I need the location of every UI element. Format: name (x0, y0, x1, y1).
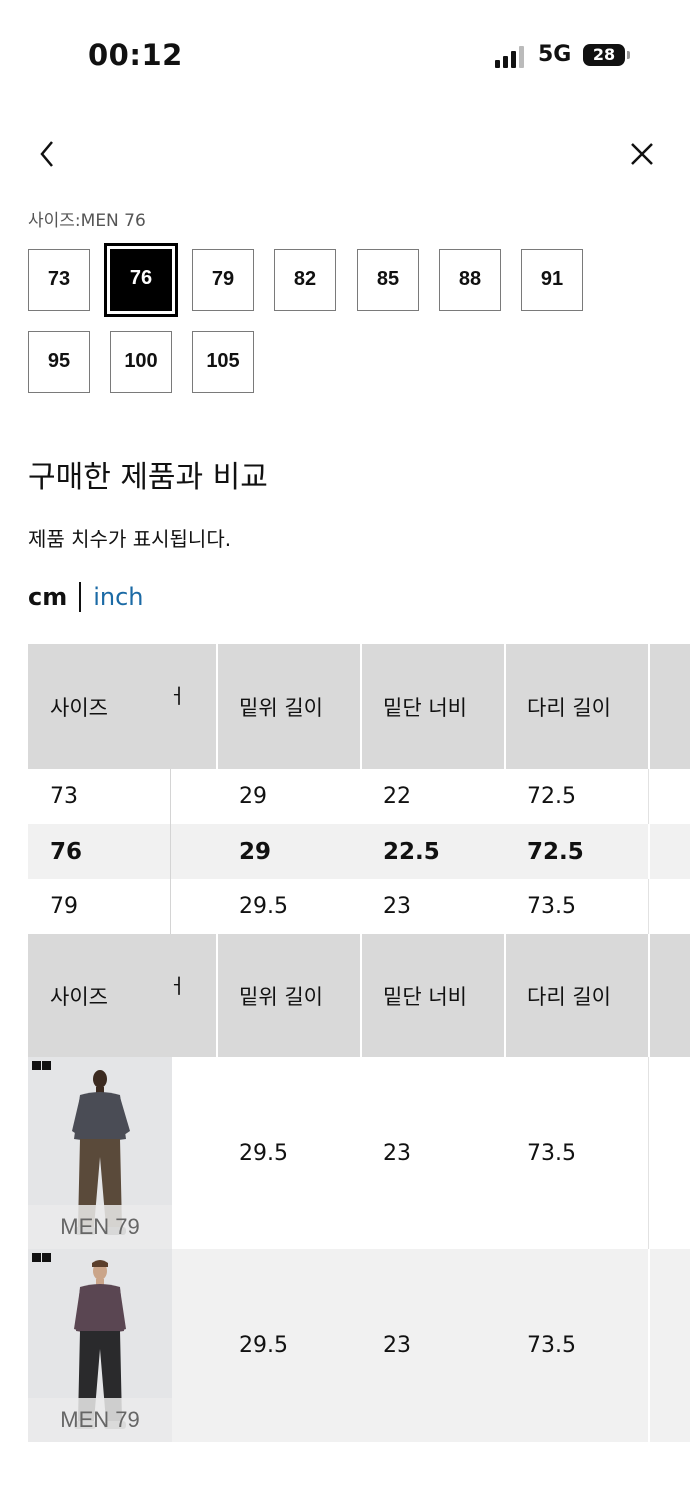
table-cell: 76 (50, 838, 83, 865)
table-row: 73 29 22 72.5 (28, 769, 690, 824)
header-inseam: 다리 길이 (527, 695, 611, 720)
table-cell: 72.5 (527, 784, 576, 809)
model-photo: MEN 79 (28, 1057, 172, 1249)
size-option-105[interactable]: 105 (192, 331, 254, 393)
table-header-repeat: 사이즈 ㅓ 밑위 길이 밑단 너비 다리 길이 (28, 934, 690, 1057)
size-option-76[interactable]: 76 (104, 243, 178, 317)
table-cell: 73 (50, 784, 78, 809)
size-option-82[interactable]: 82 (274, 249, 336, 311)
table-row-photo: MEN 79 29.5 23 73.5 (28, 1249, 690, 1442)
unit-inch[interactable]: inch (93, 583, 143, 611)
photo-size-label: MEN 79 (28, 1398, 172, 1442)
table-row: 79 29.5 23 73.5 (28, 879, 690, 934)
close-button[interactable] (624, 136, 660, 172)
table-row-selected: 76 29 22.5 72.5 (28, 824, 690, 879)
unit-toggle: cm inch (28, 582, 144, 612)
table-cell: 23 (383, 894, 411, 919)
size-option-85[interactable]: 85 (357, 249, 419, 311)
header-size: 사이즈 (50, 695, 108, 720)
table-cell: 72.5 (527, 838, 584, 865)
table-cell: 29 (239, 784, 267, 809)
photo-size-label: MEN 79 (28, 1205, 172, 1249)
header-hem-width: 밑단 너비 (383, 695, 467, 720)
size-option-73[interactable]: 73 (28, 249, 90, 311)
close-icon (631, 143, 653, 165)
size-option-88[interactable]: 88 (439, 249, 501, 311)
table-cell: 22.5 (383, 838, 440, 865)
battery-icon: 28 (583, 44, 630, 66)
table-cell: 23 (383, 1333, 411, 1358)
size-option-91[interactable]: 91 (521, 249, 583, 311)
status-time: 00:12 (88, 38, 183, 72)
selected-size-label: 사이즈:MEN 76 (28, 211, 146, 231)
chevron-left-icon (40, 141, 53, 167)
header-fragment: ㅓ (168, 974, 187, 998)
back-button[interactable] (30, 136, 66, 172)
table-row-photo: MEN 79 29.5 23 73.5 (28, 1057, 690, 1249)
compare-title: 구매한 제품과 비교 (28, 460, 268, 495)
table-cell: 29 (239, 838, 272, 865)
size-option-79[interactable]: 79 (192, 249, 254, 311)
table-header: 사이즈 ㅓ 밑위 길이 밑단 너비 다리 길이 (28, 644, 690, 769)
unit-cm[interactable]: cm (28, 583, 67, 611)
unit-divider (79, 582, 82, 612)
signal-icon (495, 46, 525, 68)
header-inseam: 다리 길이 (527, 984, 611, 1009)
table-cell: 73.5 (527, 894, 576, 919)
table-cell: 79 (50, 894, 78, 919)
network-type: 5G (538, 42, 572, 67)
size-option-100[interactable]: 100 (110, 331, 172, 393)
header-fragment: ㅓ (168, 684, 187, 708)
header-rise: 밑위 길이 (239, 695, 323, 720)
table-cell: 22 (383, 784, 411, 809)
header-size: 사이즈 (50, 984, 108, 1009)
size-option-95[interactable]: 95 (28, 331, 90, 393)
header-hem-width: 밑단 너비 (383, 984, 467, 1009)
compare-subtitle: 제품 치수가 표시됩니다. (28, 527, 232, 551)
table-cell: 29.5 (239, 1333, 288, 1358)
table-cell: 73.5 (527, 1333, 576, 1358)
table-cell: 29.5 (239, 894, 288, 919)
table-cell: 23 (383, 1140, 411, 1166)
table-cell: 29.5 (239, 1140, 288, 1166)
table-cell: 73.5 (527, 1140, 576, 1166)
model-photo: MEN 79 (28, 1249, 172, 1442)
header-rise: 밑위 길이 (239, 984, 323, 1009)
